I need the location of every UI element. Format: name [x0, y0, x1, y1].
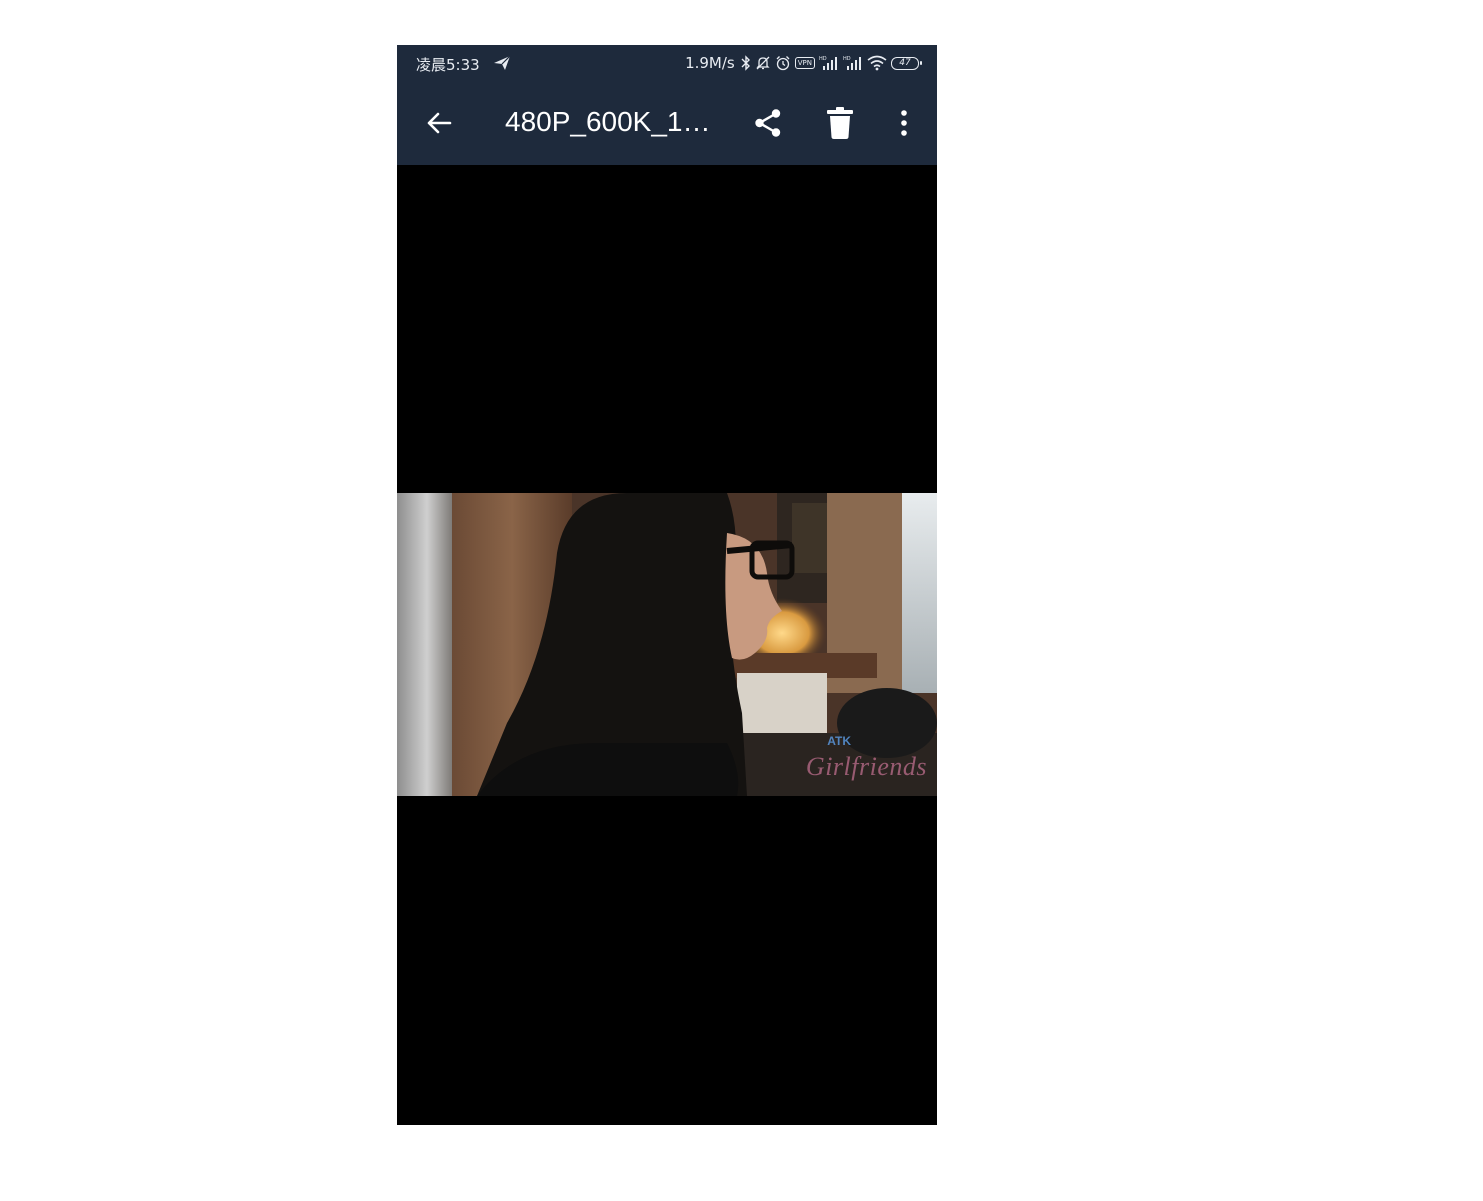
watermark-text: Girlfriends — [805, 752, 927, 781]
svg-text:HD: HD — [819, 56, 827, 62]
watermark-logo: ATK — [827, 734, 851, 748]
svg-text:HD: HD — [843, 56, 851, 62]
delete-button[interactable] — [819, 102, 861, 144]
mute-icon — [755, 55, 771, 71]
phone-screen: 凌晨5:33 1.9M/s VPN HD HD 47 480P_600K_1… … — [397, 45, 937, 1125]
status-bar: 凌晨5:33 1.9M/s VPN HD HD 47 — [397, 45, 937, 81]
share-icon — [755, 109, 781, 137]
video-still-image — [397, 493, 937, 796]
back-arrow-icon — [427, 112, 452, 134]
back-button[interactable] — [418, 102, 460, 144]
status-time: 凌晨5:33 — [416, 56, 480, 74]
status-icons: 1.9M/s VPN HD HD 47 — [685, 52, 922, 74]
video-title: 480P_600K_1… — [505, 106, 711, 137]
send-icon — [493, 55, 511, 71]
more-options-button[interactable] — [883, 102, 925, 144]
delete-icon — [827, 107, 853, 139]
wifi-icon — [867, 55, 887, 71]
share-button[interactable] — [747, 102, 789, 144]
signal-icon-2: HD — [843, 55, 863, 71]
network-speed: 1.9M/s — [685, 54, 735, 72]
video-frame[interactable]: ATK Girlfriends — [397, 493, 937, 796]
battery-icon: 47 — [891, 56, 922, 70]
alarm-icon — [775, 55, 791, 71]
vpn-icon: VPN — [794, 57, 815, 69]
toolbar: 480P_600K_1… — [397, 81, 937, 165]
battery-level: 47 — [899, 58, 911, 68]
bluetooth-icon — [741, 55, 751, 71]
video-player[interactable]: ATK Girlfriends — [397, 165, 937, 1125]
more-vert-icon — [901, 110, 907, 136]
signal-icon: HD — [819, 55, 839, 71]
